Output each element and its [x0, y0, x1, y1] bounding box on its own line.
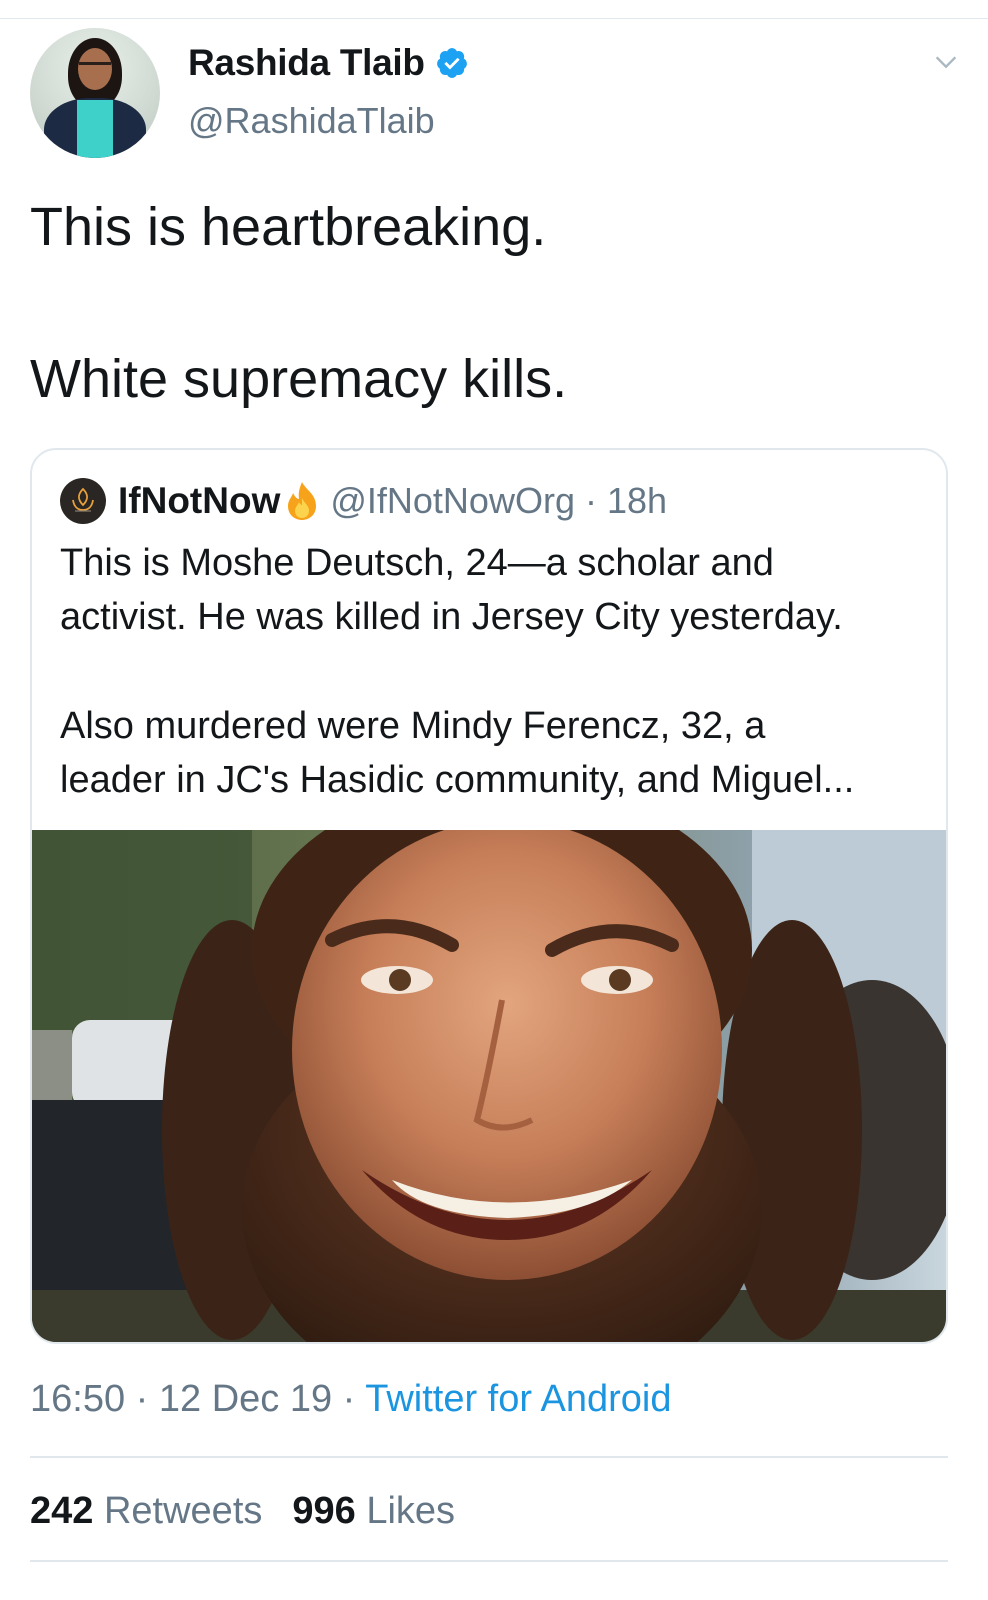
tweet-text: This is heartbreaking. White supremacy k… [30, 190, 960, 416]
retweets-count: 242 [30, 1490, 94, 1532]
retweets-label: Retweets [103, 1490, 263, 1532]
likes-label: Likes [366, 1490, 456, 1532]
quoted-tweet-photo[interactable] [32, 830, 946, 1342]
quoted-author-handle: @IfNotNowOrg [330, 480, 575, 521]
divider [30, 1560, 948, 1562]
tweet-text-line: This is heartbreaking. [30, 197, 547, 257]
quoted-text-line: This is Moshe Deutsch, 24—a scholar and [60, 542, 774, 584]
chevron-down-icon[interactable] [932, 48, 960, 76]
author-block[interactable]: Rashida Tlaib @RashidaTlaib [188, 42, 469, 142]
avatar[interactable] [30, 28, 160, 158]
tweet-text-line: White supremacy kills. [30, 349, 568, 409]
author-display-name[interactable]: Rashida Tlaib [188, 42, 425, 84]
quoted-text-line: Also murdered were Mindy Ferencz, 32, a [60, 705, 766, 747]
tweet-source-link[interactable]: Twitter for Android [365, 1378, 671, 1420]
likes-stat[interactable]: 996 Likes [292, 1490, 455, 1532]
flame-icon [288, 482, 317, 520]
separator-dot: · [584, 480, 597, 521]
engagement-stats: 242 Retweets 996 Likes [30, 1490, 455, 1533]
separator-dot: · [342, 1378, 356, 1420]
author-name-row[interactable]: Rashida Tlaib [188, 42, 469, 84]
tweet-date[interactable]: 12 Dec 19 [159, 1378, 332, 1420]
quoted-tweet-header: IfNotNow @IfNotNowOrg · 18h [60, 478, 667, 524]
quoted-text-line: leader in JC's Hasidic community, and Mi… [60, 759, 855, 801]
retweets-stat[interactable]: 242 Retweets [30, 1490, 262, 1532]
author-handle[interactable]: @RashidaTlaib [188, 100, 469, 142]
divider [30, 1456, 948, 1458]
likes-count: 996 [292, 1490, 356, 1532]
top-divider [0, 18, 988, 19]
quoted-tweet-card[interactable]: IfNotNow @IfNotNowOrg · 18h This is Mosh… [30, 448, 948, 1344]
tweet-header: Rashida Tlaib @RashidaTlaib [30, 28, 960, 158]
ifnotnow-logo [60, 478, 106, 524]
quoted-author-name: IfNotNow [118, 480, 281, 521]
separator-dot: · [135, 1378, 149, 1420]
quoted-text-line: activist. He was killed in Jersey City y… [60, 596, 843, 638]
tweet-meta: 16:50 · 12 Dec 19 · Twitter for Android [30, 1378, 671, 1421]
quoted-tweet-text: This is Moshe Deutsch, 24—a scholar and … [60, 536, 930, 807]
quoted-tweet-age: 18h [606, 480, 668, 521]
verified-badge-icon [436, 48, 467, 78]
tweet-time[interactable]: 16:50 [30, 1378, 125, 1420]
